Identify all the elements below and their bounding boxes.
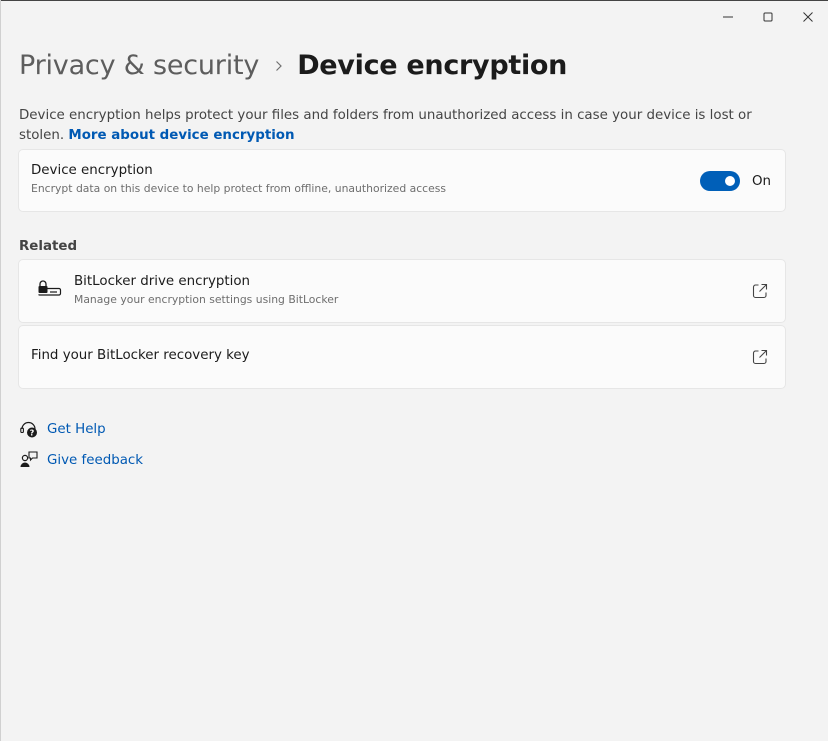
- svg-text:?: ?: [30, 428, 35, 437]
- window-top-border: [0, 0, 828, 1]
- toggle-state-label: On: [751, 173, 771, 189]
- give-feedback-label: Give feedback: [47, 452, 144, 468]
- window-left-border: [0, 0, 1, 741]
- bitlocker-drive-encryption-subtitle: Manage your encryption settings using Bi…: [74, 293, 339, 306]
- related-heading: Related: [19, 239, 78, 254]
- find-recovery-key-card[interactable]: Find your BitLocker recovery key: [18, 325, 786, 389]
- device-encryption-toggle-group: On: [699, 171, 771, 191]
- minimize-button[interactable]: [708, 2, 748, 32]
- bitlocker-drive-encryption-title: BitLocker drive encryption: [74, 274, 251, 289]
- open-external-icon: [752, 349, 768, 369]
- breadcrumb: Privacy & security Device encryption: [19, 50, 567, 81]
- device-encryption-title: Device encryption: [31, 163, 153, 178]
- give-feedback-icon: [19, 450, 39, 470]
- more-about-device-encryption-link[interactable]: More about device encryption: [68, 128, 294, 143]
- toggle-knob: [724, 176, 735, 186]
- open-external-icon: [752, 283, 768, 303]
- breadcrumb-parent-link[interactable]: Privacy & security: [19, 50, 259, 81]
- maximize-button[interactable]: [748, 2, 788, 32]
- device-encryption-card: Device encryption Encrypt data on this d…: [18, 149, 786, 212]
- close-button[interactable]: [788, 2, 828, 32]
- get-help-link[interactable]: ? Get Help: [19, 419, 106, 439]
- device-encryption-text: Device encryption Encrypt data on this d…: [31, 163, 446, 195]
- page-title: Device encryption: [297, 50, 568, 81]
- get-help-icon: ?: [19, 419, 39, 439]
- window-caption-buttons: [708, 2, 828, 32]
- bitlocker-drive-icon: [36, 280, 62, 302]
- minimize-icon: [723, 16, 733, 18]
- device-encryption-toggle[interactable]: [699, 171, 740, 191]
- maximize-icon: [763, 12, 773, 22]
- find-recovery-key-title: Find your BitLocker recovery key: [31, 348, 250, 363]
- page-description: Device encryption helps protect your fil…: [19, 106, 789, 146]
- close-icon: [803, 12, 813, 22]
- bitlocker-drive-encryption-card[interactable]: BitLocker drive encryption Manage your e…: [18, 259, 786, 323]
- give-feedback-link[interactable]: Give feedback: [19, 450, 143, 470]
- get-help-label: Get Help: [47, 421, 106, 437]
- chevron-right-icon: [275, 60, 283, 72]
- bitlocker-drive-encryption-text: BitLocker drive encryption Manage your e…: [74, 274, 338, 306]
- device-encryption-subtitle: Encrypt data on this device to help prot…: [31, 182, 446, 195]
